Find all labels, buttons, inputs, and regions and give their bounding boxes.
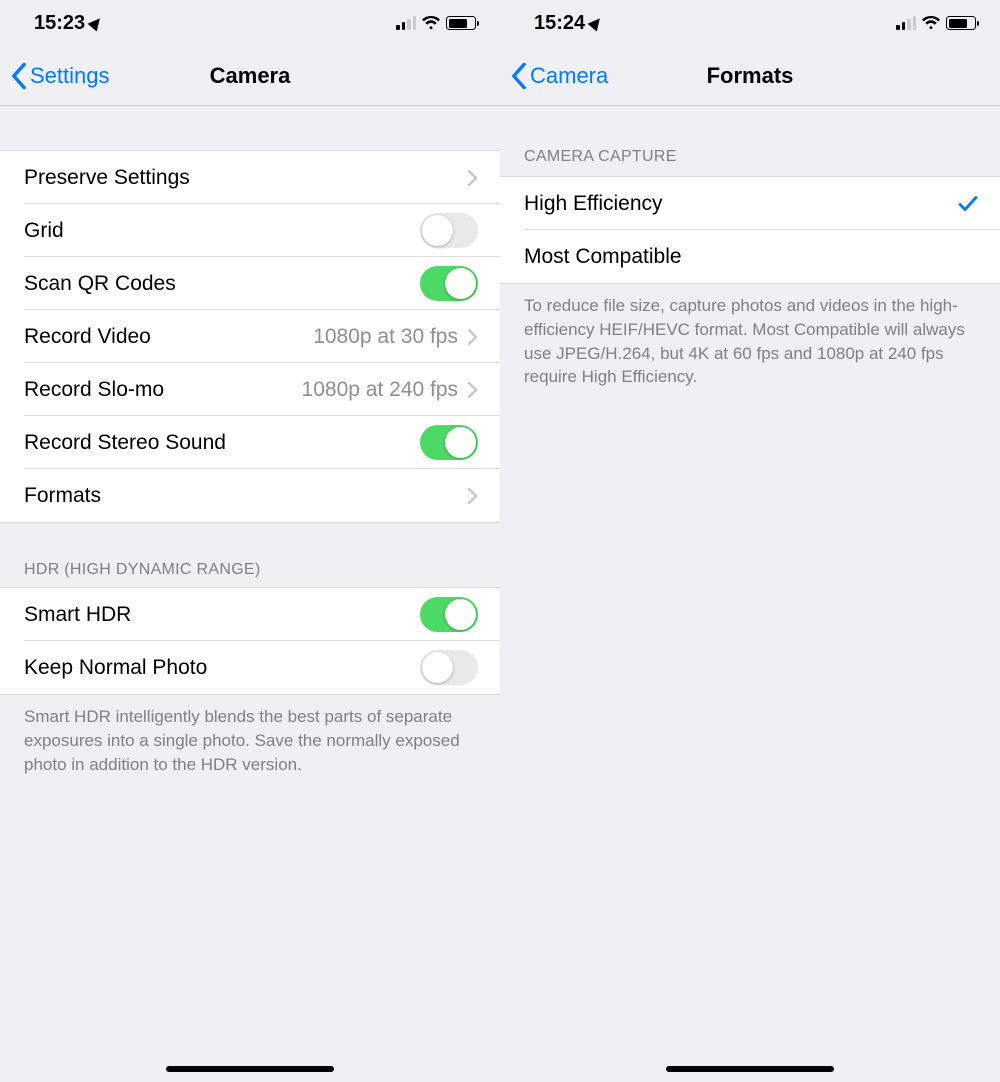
location-arrow-icon [588, 15, 605, 32]
section-footer-capture: To reduce file size, capture photos and … [500, 284, 1000, 389]
cellular-signal-icon [896, 16, 916, 30]
row-label: Keep Normal Photo [24, 656, 207, 680]
location-arrow-icon [88, 15, 105, 32]
row-scan-qr[interactable]: Scan QR Codes [0, 257, 500, 310]
toggle-stereo-sound[interactable] [420, 425, 478, 460]
toggle-keep-normal[interactable] [420, 650, 478, 685]
row-detail-value: 1080p at 30 fps [313, 325, 458, 349]
nav-back-label: Settings [30, 63, 110, 89]
section-header-camera-capture: CAMERA CAPTURE [500, 106, 1000, 176]
row-label: Scan QR Codes [24, 272, 176, 296]
row-record-video[interactable]: Record Video 1080p at 30 fps [0, 310, 500, 363]
wifi-icon [922, 16, 940, 30]
status-indicators [896, 16, 976, 30]
row-label: Grid [24, 219, 64, 243]
row-label: Smart HDR [24, 603, 131, 627]
battery-icon [446, 16, 476, 30]
chevron-right-icon [468, 170, 478, 186]
phone-camera-settings: 15:23 Settings Camera Preserve Settings [0, 0, 500, 1082]
section-footer-hdr: Smart HDR intelligently blends the best … [0, 695, 500, 776]
wifi-icon [422, 16, 440, 30]
row-detail-value: 1080p at 240 fps [302, 378, 458, 402]
row-preserve-settings[interactable]: Preserve Settings [0, 151, 500, 204]
checkmark-icon [958, 195, 978, 213]
cellular-signal-icon [396, 16, 416, 30]
row-smart-hdr[interactable]: Smart HDR [0, 588, 500, 641]
status-bar: 15:23 [0, 0, 500, 46]
chevron-right-icon [468, 382, 478, 398]
row-stereo-sound[interactable]: Record Stereo Sound [0, 416, 500, 469]
home-indicator[interactable] [666, 1066, 834, 1072]
nav-back-label: Camera [530, 63, 608, 89]
status-indicators [396, 16, 476, 30]
status-time: 15:23 [34, 12, 85, 35]
row-keep-normal-photo[interactable]: Keep Normal Photo [0, 641, 500, 694]
row-label: Most Compatible [524, 245, 682, 269]
status-time-area: 15:23 [34, 12, 102, 35]
row-label: Record Stereo Sound [24, 431, 226, 455]
toggle-smart-hdr[interactable] [420, 597, 478, 632]
row-high-efficiency[interactable]: High Efficiency [500, 177, 1000, 230]
battery-icon [946, 16, 976, 30]
home-indicator[interactable] [166, 1066, 334, 1072]
nav-back-button[interactable]: Camera [500, 63, 608, 89]
settings-group-hdr: Smart HDR Keep Normal Photo [0, 587, 500, 695]
row-label: Preserve Settings [24, 166, 190, 190]
row-grid[interactable]: Grid [0, 204, 500, 257]
status-time: 15:24 [534, 12, 585, 35]
nav-header: Settings Camera [0, 46, 500, 106]
toggle-scan-qr[interactable] [420, 266, 478, 301]
row-label: Formats [24, 484, 101, 508]
section-header-hdr: HDR (HIGH DYNAMIC RANGE) [0, 523, 500, 587]
settings-group-capture: High Efficiency Most Compatible [500, 176, 1000, 284]
nav-back-button[interactable]: Settings [0, 63, 110, 89]
row-formats[interactable]: Formats [0, 469, 500, 522]
nav-title: Formats [707, 63, 794, 89]
nav-header: Camera Formats [500, 46, 1000, 106]
row-record-slomo[interactable]: Record Slo-mo 1080p at 240 fps [0, 363, 500, 416]
row-label: Record Video [24, 325, 151, 349]
chevron-left-icon [510, 63, 528, 89]
chevron-right-icon [468, 488, 478, 504]
settings-group-main: Preserve Settings Grid Scan QR Codes Rec… [0, 150, 500, 523]
nav-title: Camera [210, 63, 291, 89]
row-most-compatible[interactable]: Most Compatible [500, 230, 1000, 283]
row-label: High Efficiency [524, 192, 663, 216]
toggle-grid[interactable] [420, 213, 478, 248]
chevron-left-icon [10, 63, 28, 89]
status-time-area: 15:24 [534, 12, 602, 35]
row-label: Record Slo-mo [24, 378, 164, 402]
phone-formats-settings: 15:24 Camera Formats CAMERA CAPTURE High… [500, 0, 1000, 1082]
chevron-right-icon [468, 329, 478, 345]
status-bar: 15:24 [500, 0, 1000, 46]
